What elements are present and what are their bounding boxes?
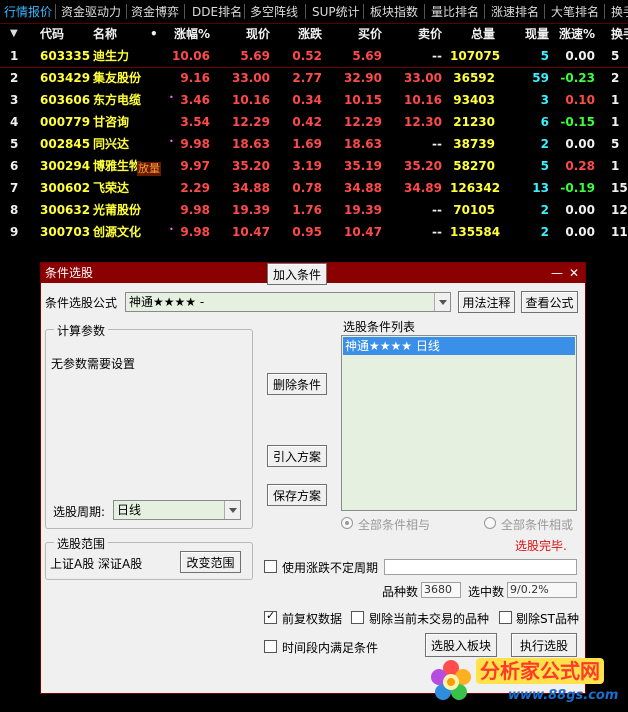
column-header-current-volume[interactable]: 现量 — [505, 24, 549, 44]
table-row[interactable] — [0, 178, 628, 200]
tab-speed-rank[interactable]: 涨速排名 — [491, 3, 539, 20]
table-row[interactable] — [0, 222, 628, 244]
condition-list-title: 选股条件列表 — [343, 320, 416, 334]
formula-select-value: 神通★★★★ - — [129, 295, 205, 309]
table-row[interactable] — [0, 200, 628, 222]
watermark-url: www.88gs.com — [508, 688, 619, 703]
watermark-logo: 分析家公式网 www.88gs.com — [426, 652, 624, 708]
chevron-down-icon[interactable] — [434, 293, 450, 311]
tab-separator — [244, 4, 245, 19]
import-scheme-button[interactable]: 引入方案 — [267, 445, 327, 467]
minimize-icon[interactable]: — — [551, 263, 563, 283]
tab-bar: 行情报价 资金驱动力 资金博弈 DDE排名 多空阵线 SUP统计 板块指数 量比… — [0, 0, 628, 24]
tab-separator — [484, 4, 485, 19]
tab-separator — [544, 4, 545, 19]
radio-and[interactable] — [341, 517, 353, 529]
watermark-brand: 分析家公式网 — [476, 658, 604, 684]
range-text: 上证A股 深证A股 — [50, 557, 143, 571]
table-row[interactable] — [0, 156, 628, 178]
column-header-change-pct[interactable]: 涨幅% — [160, 24, 210, 44]
period-progress-field — [384, 559, 577, 575]
column-header-turnover[interactable]: 换手 — [611, 24, 628, 44]
delete-condition-button[interactable]: 删除条件 — [267, 373, 327, 395]
tab-separator — [55, 4, 56, 19]
checkbox-forward-adjust-label: 前复权数据 — [282, 612, 343, 626]
checkbox-exclude-suspended[interactable] — [351, 611, 364, 624]
tab-separator — [604, 4, 605, 19]
flower-logo-icon — [431, 660, 471, 700]
column-header-mark[interactable]: • — [150, 24, 158, 44]
table-row[interactable] — [0, 68, 628, 90]
tab-fund-game[interactable]: 资金博弈 — [131, 3, 179, 20]
period-select[interactable]: 日线 — [113, 500, 241, 520]
tab-sup-stats[interactable]: SUP统计 — [312, 3, 360, 20]
tab-dde-rank[interactable]: DDE排名 — [192, 3, 242, 20]
usage-notes-button[interactable]: 用法注释 — [458, 291, 515, 313]
period-label: 选股周期: — [53, 505, 106, 519]
tab-fund-drive[interactable]: 资金驱动力 — [61, 3, 121, 20]
sort-arrow-icon[interactable]: ▼ — [10, 24, 18, 44]
table-row[interactable] — [0, 90, 628, 112]
radio-and-label: 全部条件相与 — [358, 518, 431, 532]
count-label: 品种数 — [382, 585, 419, 599]
formula-select[interactable]: 神通★★★★ - — [125, 292, 451, 312]
table-row[interactable] — [0, 46, 628, 68]
table-row[interactable] — [0, 134, 628, 156]
tab-separator — [424, 4, 425, 19]
status-text: 选股完毕. — [515, 539, 567, 553]
tab-quote[interactable]: 行情报价 — [4, 3, 52, 20]
count-value: 3680 — [421, 582, 461, 598]
table-row[interactable] — [0, 112, 628, 134]
column-header-code[interactable]: 代码 — [40, 24, 64, 44]
change-range-button[interactable]: 改变范围 — [180, 551, 241, 573]
checkbox-exclude-st[interactable] — [499, 611, 512, 624]
tab-separator — [363, 4, 364, 19]
checkbox-exclude-st-label: 剔除ST品种 — [516, 612, 579, 626]
tab-separator — [184, 4, 185, 19]
chevron-down-icon[interactable] — [224, 501, 240, 519]
tab-separator — [305, 4, 306, 19]
selected-value: 9/0.2% — [507, 582, 577, 598]
tab-sector-index[interactable]: 板块指数 — [370, 3, 418, 20]
tab-turnover[interactable]: 换手 — [611, 3, 628, 20]
selected-label: 选中数 — [468, 585, 505, 599]
add-condition-button[interactable]: 加入条件 — [267, 263, 327, 285]
checkbox-time-range[interactable] — [264, 640, 277, 653]
radio-or[interactable] — [484, 517, 496, 529]
condition-list-item[interactable]: 神通★★★★ 日线 — [343, 337, 575, 355]
checkbox-forward-adjust[interactable] — [264, 609, 277, 624]
tab-big-order[interactable]: 大笔排名 — [551, 3, 599, 20]
save-scheme-button[interactable]: 保存方案 — [267, 484, 327, 506]
range-group-title: 选股范围 — [54, 535, 109, 552]
period-select-value: 日线 — [117, 503, 142, 517]
column-header-name[interactable]: 名称 — [93, 24, 117, 44]
column-header-price[interactable]: 现价 — [225, 24, 270, 44]
condition-list[interactable]: 神通★★★★ 日线 — [341, 335, 577, 511]
tab-volume-ratio[interactable]: 量比排名 — [431, 3, 479, 20]
radio-or-label: 全部条件相或 — [501, 518, 574, 532]
tab-long-short[interactable]: 多空阵线 — [250, 3, 298, 20]
column-header-speed[interactable]: 涨速% — [555, 24, 595, 44]
checkbox-variable-period[interactable] — [264, 560, 277, 573]
params-text: 无参数需要设置 — [51, 357, 136, 371]
tab-separator — [126, 4, 127, 19]
checkbox-exclude-suspended-label: 剔除当前未交易的品种 — [369, 612, 490, 626]
stock-screener-dialog: 条件选股 — ✕ 条件选股公式 神通★★★★ - 用法注释 查看公式 计算参数 … — [40, 262, 586, 694]
column-header-bid[interactable]: 买价 — [340, 24, 382, 44]
checkbox-time-range-label: 时间段内满足条件 — [282, 641, 379, 655]
view-formula-button[interactable]: 查看公式 — [521, 291, 578, 313]
close-icon[interactable]: ✕ — [569, 263, 579, 283]
formula-label: 条件选股公式 — [45, 296, 118, 310]
params-group-title: 计算参数 — [54, 322, 109, 339]
quote-table: ▼ 代码 名称 • 涨幅% 现价 涨跌 买价 卖价 总量 现量 涨速% 换手 1… — [0, 24, 628, 256]
checkbox-variable-period-label: 使用涨跌不定周期 — [282, 561, 379, 575]
column-header-volume[interactable]: 总量 — [450, 24, 495, 44]
column-header-ask[interactable]: 卖价 — [400, 24, 442, 44]
column-header-change[interactable]: 涨跌 — [280, 24, 322, 44]
